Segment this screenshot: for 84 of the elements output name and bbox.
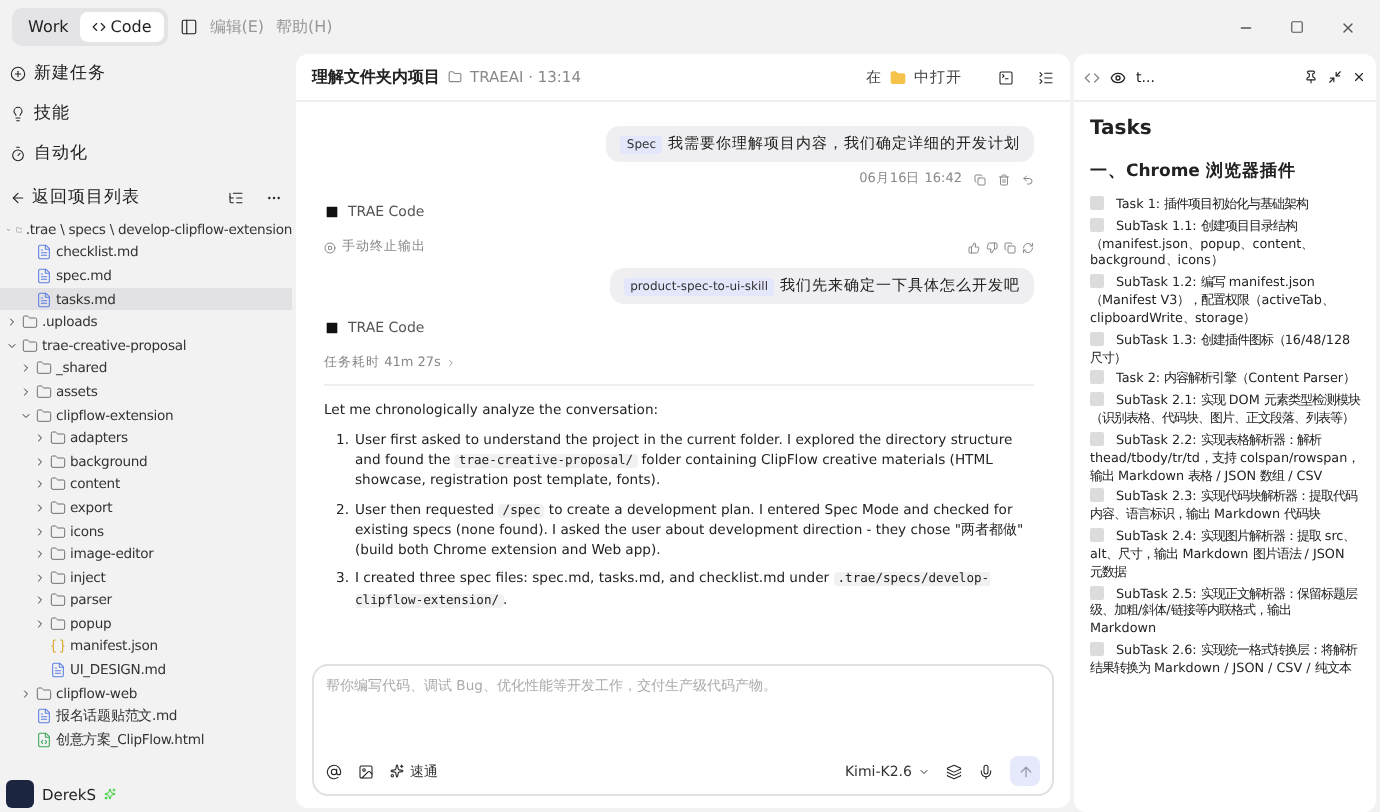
avatar[interactable] xyxy=(6,780,34,808)
checkbox[interactable] xyxy=(1090,217,1104,232)
lightbulb-icon xyxy=(10,106,26,122)
folder-icon xyxy=(22,337,38,354)
document-heading: Tasks xyxy=(1090,118,1154,140)
sparkle-icon xyxy=(390,764,404,778)
document-icon xyxy=(36,291,52,308)
back-link[interactable]: 返回项目列表 xyxy=(32,186,140,210)
mention-icon[interactable] xyxy=(326,763,342,779)
checkbox[interactable] xyxy=(1090,274,1104,289)
chevron-right-icon xyxy=(20,687,32,700)
section-heading: 一、Chrome 浏览器插件 xyxy=(1090,160,1298,184)
bot-icon xyxy=(324,320,340,336)
sidebar-action[interactable]: 技能 xyxy=(0,94,292,134)
folder-icon xyxy=(448,70,462,84)
checkbox[interactable] xyxy=(1090,431,1104,446)
send-button[interactable] xyxy=(1010,756,1040,786)
stop-icon xyxy=(324,241,336,253)
bot-icon xyxy=(324,204,340,220)
folder-icon xyxy=(50,569,66,586)
folder-icon xyxy=(50,430,66,447)
undo-icon[interactable] xyxy=(1022,173,1034,185)
mode-tab[interactable]: Code xyxy=(80,12,164,42)
mode-tab[interactable]: Work xyxy=(16,12,81,42)
document-icon xyxy=(36,244,52,261)
code-file-icon xyxy=(36,731,52,748)
chevron-down-icon xyxy=(918,765,930,777)
folder-icon xyxy=(36,685,52,702)
layers-icon[interactable] xyxy=(946,763,962,779)
folder-icon xyxy=(50,546,66,563)
thumbs-down-icon[interactable] xyxy=(986,241,998,253)
copy-icon[interactable] xyxy=(1004,241,1016,253)
folder-icon xyxy=(50,615,66,632)
folder-icon xyxy=(50,453,66,470)
back-icon[interactable] xyxy=(10,190,26,206)
code-icon[interactable] xyxy=(1084,69,1100,85)
folder-icon xyxy=(50,499,66,516)
sparkle-icon xyxy=(104,788,117,800)
arrow-up-icon xyxy=(1017,763,1033,779)
chevron-right-icon[interactable] xyxy=(446,358,457,368)
folder-icon xyxy=(36,383,52,400)
checkbox[interactable] xyxy=(1090,392,1104,407)
delete-icon[interactable] xyxy=(998,173,1010,185)
folder-icon xyxy=(36,360,52,377)
checkbox[interactable] xyxy=(1090,331,1104,346)
checkbox[interactable] xyxy=(1090,196,1104,210)
tree-view-icon[interactable] xyxy=(228,190,244,206)
sidebar-action[interactable]: 自动化 xyxy=(0,134,292,174)
folder-icon xyxy=(36,407,52,424)
collapse-icon[interactable] xyxy=(1328,70,1342,84)
sidebar-toggle-icon[interactable] xyxy=(179,18,198,36)
maximize-icon xyxy=(1290,20,1304,34)
list-icon[interactable] xyxy=(1038,69,1054,85)
pin-icon[interactable] xyxy=(1304,70,1318,84)
image-icon[interactable] xyxy=(358,763,374,779)
chevron-down-icon xyxy=(20,409,32,422)
close-icon[interactable] xyxy=(1352,70,1366,84)
document-icon xyxy=(36,708,52,725)
copy-icon[interactable] xyxy=(974,173,986,185)
chat-title: 理解文件夹内项目 xyxy=(312,66,440,88)
checkbox[interactable] xyxy=(1090,488,1104,503)
plus-circle-icon xyxy=(10,66,26,82)
checkbox[interactable] xyxy=(1090,642,1104,657)
chevron-right-icon xyxy=(6,316,18,329)
folder-icon xyxy=(50,476,66,493)
checkbox[interactable] xyxy=(1090,585,1104,600)
sidebar-action[interactable]: 新建任务 xyxy=(0,54,292,94)
microphone-icon[interactable] xyxy=(978,763,994,779)
code-icon xyxy=(92,20,107,34)
chevron-down-icon xyxy=(6,339,18,352)
refresh-icon[interactable] xyxy=(1022,241,1034,253)
folder-icon xyxy=(50,523,66,540)
timer-icon xyxy=(10,146,26,162)
thumbs-up-icon[interactable] xyxy=(968,241,980,253)
checkbox[interactable] xyxy=(1090,528,1104,543)
braces-icon xyxy=(50,638,66,655)
document-icon xyxy=(50,662,66,679)
document-icon xyxy=(36,267,52,284)
folder-icon xyxy=(22,314,38,331)
close-icon xyxy=(1340,19,1356,35)
checkbox[interactable] xyxy=(1090,370,1104,385)
preview-icon[interactable] xyxy=(1110,69,1126,85)
folder-icon xyxy=(50,592,66,609)
terminal-icon[interactable] xyxy=(998,69,1014,85)
